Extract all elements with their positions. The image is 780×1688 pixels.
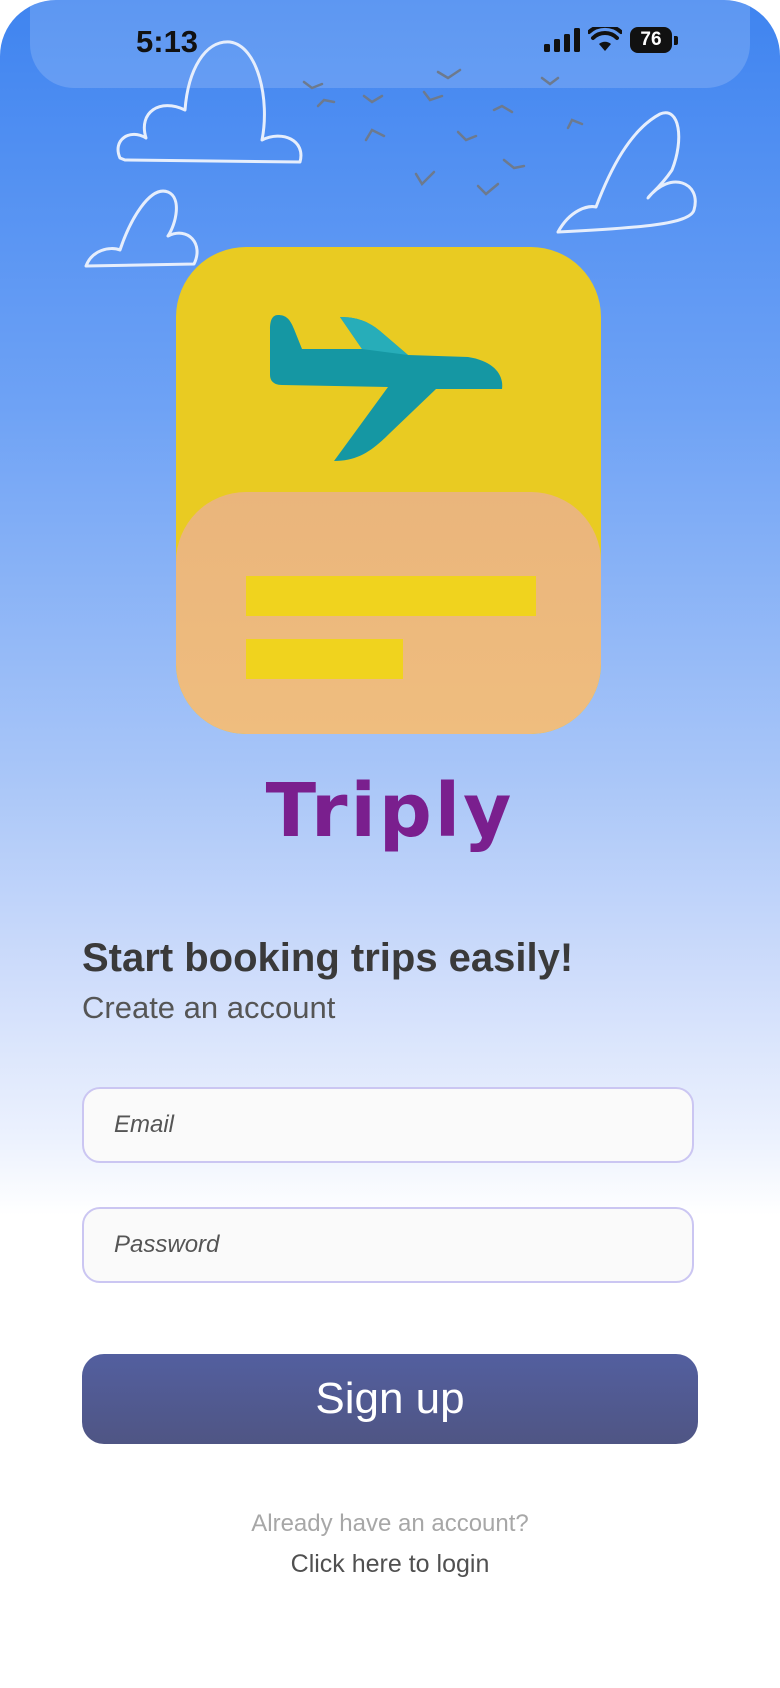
- email-field[interactable]: [82, 1087, 694, 1163]
- cloud-icon: [556, 111, 697, 234]
- phone-screen: 5:13 76 Triply Start booking trips easil…: [0, 0, 780, 1688]
- already-have-account-text: Already have an account?: [251, 1510, 529, 1537]
- signup-subheadline: Create an account: [82, 990, 336, 1025]
- cloud-icon: [84, 189, 199, 268]
- sky-doodles: [84, 40, 697, 268]
- login-link[interactable]: Click here to login: [0, 1550, 780, 1579]
- signup-button[interactable]: Sign up: [82, 1354, 698, 1444]
- app-logo: [176, 247, 601, 734]
- cloud-icon: [116, 40, 303, 164]
- app-title: Triply: [265, 768, 515, 854]
- logo-bar: [246, 576, 536, 616]
- airplane-icon: [270, 315, 503, 461]
- bird-flock-icon: [302, 68, 584, 196]
- password-field[interactable]: [82, 1207, 694, 1283]
- signup-headline: Start booking trips easily!: [82, 936, 574, 980]
- logo-bar: [246, 639, 403, 679]
